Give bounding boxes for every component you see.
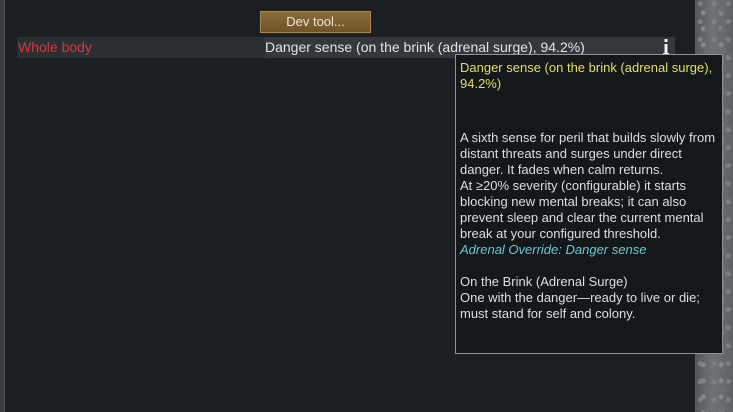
override-text: Adrenal Override: Danger sense (460, 242, 647, 257)
tooltip-description: A sixth sense for peril that builds slow… (460, 130, 718, 258)
threshold-text: At ≥20% severity (configurable) it start… (460, 178, 704, 241)
game-screen: Dev tool... Whole body Danger sense (on … (0, 0, 733, 412)
stage-description: One with the danger—ready to live or die… (460, 290, 700, 321)
stage-name: On the Brink (Adrenal Surge) (460, 274, 628, 289)
body-part-label: Whole body (18, 39, 92, 55)
hediff-label: Danger sense (on the brink (adrenal surg… (265, 39, 585, 55)
description-text: A sixth sense for peril that builds slow… (460, 130, 716, 177)
tooltip-stage: On the Brink (Adrenal Surge) One with th… (460, 274, 718, 322)
hediff-tooltip: Danger sense (on the brink (adrenal surg… (455, 54, 723, 354)
tooltip-title: Danger sense (on the brink (adrenal surg… (460, 60, 713, 91)
dev-tool-button[interactable]: Dev tool... (259, 10, 372, 34)
